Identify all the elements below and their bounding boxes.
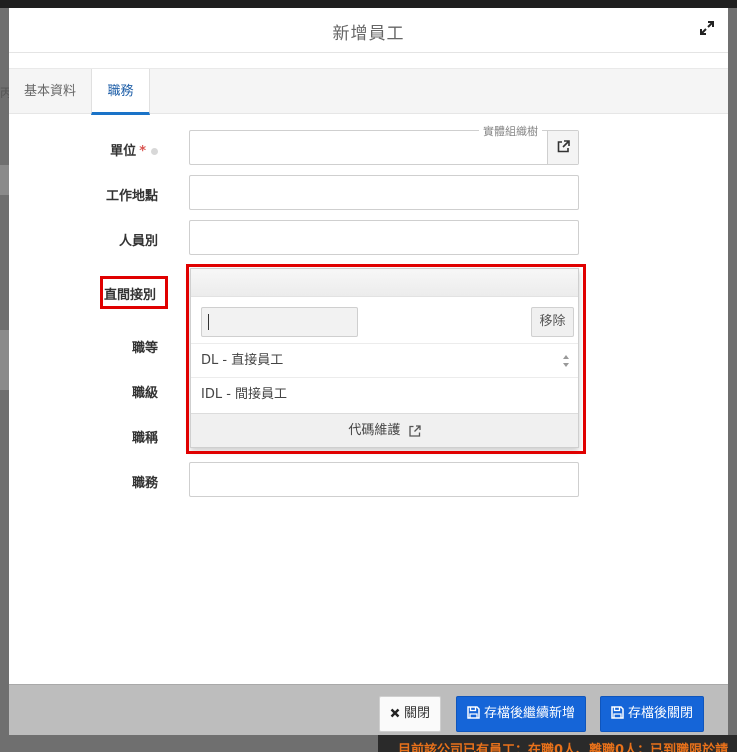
title-label: 職稱 — [131, 431, 158, 446]
modal-header: 新增員工 — [9, 8, 728, 53]
backdrop-notice-bar: 目前該公司已有員工：在職0人、離職0人；已到職限於請 — [378, 735, 737, 752]
backdrop-strip — [0, 330, 9, 390]
tab-bar: 基本資料 職務 — [9, 68, 728, 115]
tab-basic-info[interactable]: 基本資料 — [9, 69, 91, 114]
duty-field[interactable] — [189, 462, 579, 497]
save-icon — [611, 706, 624, 719]
backdrop-notice-text: 目前該公司已有員工：在職0人、離職0人；已到職限於請 — [398, 743, 729, 752]
add-employee-modal: 新增員工 基本資料 職務 單位 * 實體組織樹 工作地點 人員別 直間接別 職等 … — [9, 8, 728, 735]
unit-label-text: 單位 — [110, 144, 137, 159]
dropdown-highlight-frame — [186, 264, 586, 454]
staff-type-label: 人員別 — [118, 234, 158, 249]
close-button[interactable]: 關閉 — [379, 696, 441, 732]
external-link-icon — [557, 140, 570, 153]
work-location-field[interactable] — [189, 175, 579, 210]
expand-icon[interactable] — [700, 21, 714, 35]
save-and-close-button[interactable]: 存檔後關閉 — [600, 696, 704, 732]
tab-duty[interactable]: 職務 — [91, 69, 150, 115]
grade-label: 職等 — [131, 341, 158, 356]
modal-title: 新增員工 — [332, 24, 405, 44]
close-icon — [390, 708, 400, 717]
save-and-new-button[interactable]: 存檔後繼續新增 — [456, 696, 586, 732]
backdrop-strip — [0, 165, 9, 195]
modal-footer: 關閉 存檔後繼續新增 存檔後關閉 — [9, 684, 728, 735]
staff-type-field[interactable] — [189, 220, 579, 255]
level-label: 職級 — [131, 386, 158, 401]
status-dot — [151, 148, 158, 155]
unit-field[interactable]: 實體組織樹 — [189, 123, 579, 165]
duty-label: 職務 — [131, 476, 158, 491]
backdrop-top-bar — [0, 0, 737, 8]
work-location-label: 工作地點 — [105, 189, 158, 204]
save-and-close-label: 存檔後關閉 — [627, 706, 693, 721]
required-mark: * — [139, 144, 146, 159]
close-button-label: 關閉 — [403, 706, 430, 721]
org-tree-legend: 實體組織樹 — [479, 123, 542, 139]
save-and-new-label: 存檔後繼續新增 — [483, 706, 575, 721]
save-icon — [467, 706, 480, 719]
unit-label: 單位 * — [110, 140, 158, 159]
unit-open-button[interactable] — [547, 131, 578, 164]
label-highlight-frame — [100, 276, 168, 309]
